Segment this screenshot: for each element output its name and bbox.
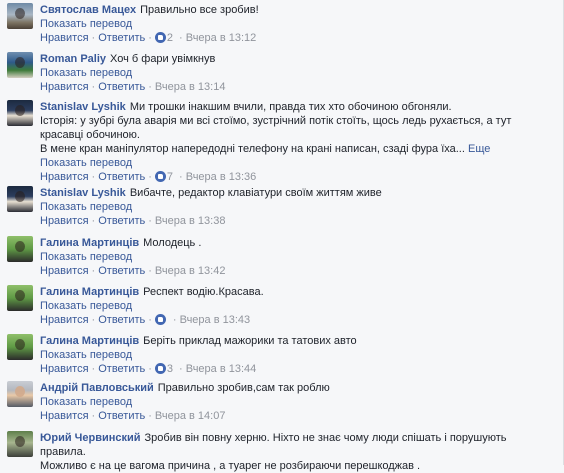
timestamp[interactable]: Вчера в 13:36 xyxy=(186,171,257,183)
comment-author[interactable]: Галина Мартинців xyxy=(40,237,139,249)
timestamp[interactable]: Вчера в 14:07 xyxy=(155,410,226,422)
comment-author[interactable]: Галина Мартинців xyxy=(40,335,139,347)
translate-link[interactable]: Показать перевод xyxy=(40,17,555,31)
reply-link[interactable]: Ответить xyxy=(98,265,145,277)
comment-author[interactable]: Roman Paliy xyxy=(40,53,106,65)
comment-actions: Нравится · Ответить · Вчера в 13:42 xyxy=(40,265,226,277)
comment-text: Ми трошки інакшим вчили, правда тих хто … xyxy=(129,101,452,113)
comment-text: Правильно все зробив! xyxy=(140,4,259,16)
like-link[interactable]: Нравится xyxy=(40,410,89,422)
comment-author[interactable]: Stanislav Lyshik xyxy=(40,101,126,113)
translate-link[interactable]: Показать перевод xyxy=(40,299,555,313)
comment-actions: Нравится · Ответить · 2 · Вчера в 13:12 xyxy=(40,32,257,44)
like-reaction-icon[interactable] xyxy=(154,314,166,325)
translate-link[interactable]: Показать перевод xyxy=(40,348,555,362)
translate-link[interactable]: Показать перевод xyxy=(40,156,555,170)
timestamp[interactable]: Вчера в 13:38 xyxy=(155,215,226,227)
avatar[interactable] xyxy=(7,100,33,126)
like-reaction-icon[interactable] xyxy=(154,171,166,182)
comment-text: В мене кран маніпулятор напередодні теле… xyxy=(40,143,465,155)
comment-author[interactable]: Андрій Павловський xyxy=(40,382,154,394)
comment-actions: Нравится · Ответить · Вчера в 13:14 xyxy=(40,81,226,93)
reply-link[interactable]: Ответить xyxy=(98,314,145,326)
reaction-count[interactable]: 7 xyxy=(167,171,173,183)
translate-link[interactable]: Показать перевод xyxy=(40,250,555,264)
comment-text: Можливо є на це вагома причина , а туаре… xyxy=(40,460,421,472)
comment-author[interactable]: Святослав Мацех xyxy=(40,4,136,16)
comment-text: Хоч б фари увімкнув xyxy=(110,53,216,65)
avatar[interactable] xyxy=(7,186,33,212)
comment-text: Вибачте, редактор клавіатури своїм життя… xyxy=(129,187,382,199)
avatar[interactable] xyxy=(7,236,33,262)
reply-link[interactable]: Ответить xyxy=(98,363,145,375)
translate-link[interactable]: Показать перевод xyxy=(40,395,555,409)
reply-link[interactable]: Ответить xyxy=(98,215,145,227)
timestamp[interactable]: Вчера в 13:42 xyxy=(155,265,226,277)
reaction-count[interactable]: 2 xyxy=(167,32,173,44)
comment-author[interactable]: Stanislav Lyshik xyxy=(40,187,126,199)
reply-link[interactable]: Ответить xyxy=(98,32,145,44)
reply-link[interactable]: Ответить xyxy=(98,410,145,422)
translate-link[interactable]: Показать перевод xyxy=(40,200,555,214)
avatar[interactable] xyxy=(7,431,33,457)
see-more-link[interactable]: Еще xyxy=(468,143,490,155)
timestamp[interactable]: Вчера в 13:14 xyxy=(155,81,226,93)
like-link[interactable]: Нравится xyxy=(40,265,89,277)
like-reaction-icon[interactable] xyxy=(154,32,166,43)
like-link[interactable]: Нравится xyxy=(40,314,89,326)
like-link[interactable]: Нравится xyxy=(40,81,89,93)
reply-link[interactable]: Ответить xyxy=(98,171,145,183)
timestamp[interactable]: Вчера в 13:44 xyxy=(186,363,257,375)
comment-author[interactable]: Юрий Червинский xyxy=(40,432,141,444)
like-reaction-icon[interactable] xyxy=(154,363,166,374)
comment-actions: Нравится · Ответить · 7 · Вчера в 13:36 xyxy=(40,171,257,183)
avatar[interactable] xyxy=(7,334,33,360)
like-link[interactable]: Нравится xyxy=(40,363,89,375)
avatar[interactable] xyxy=(7,285,33,311)
like-link[interactable]: Нравится xyxy=(40,32,89,44)
comment-text: Беріть приклад мажорики та татових авто xyxy=(143,335,357,347)
reply-link[interactable]: Ответить xyxy=(98,81,145,93)
comment-text: Молодець . xyxy=(143,237,202,249)
reaction-count[interactable]: 3 xyxy=(167,363,173,375)
comment-text: Респект водію.Красава. xyxy=(143,286,264,298)
comment-actions: Нравится · Ответить · Вчера в 13:38 xyxy=(40,215,226,227)
comment-actions: Нравится · Ответить · 3 · Вчера в 13:44 xyxy=(40,363,257,375)
like-link[interactable]: Нравится xyxy=(40,171,89,183)
avatar[interactable] xyxy=(7,3,33,29)
timestamp[interactable]: Вчера в 13:43 xyxy=(180,314,251,326)
like-link[interactable]: Нравится xyxy=(40,215,89,227)
comment-text: Правильно зробив,сам так роблю xyxy=(157,382,330,394)
comment-actions: Нравится · Ответить · Вчера в 14:07 xyxy=(40,410,226,422)
comment-text: Історія: у зубрі була аварія ми всі стої… xyxy=(40,115,512,141)
translate-link[interactable]: Показать перевод xyxy=(40,66,555,80)
avatar[interactable] xyxy=(7,381,33,407)
avatar[interactable] xyxy=(7,52,33,78)
comment-author[interactable]: Галина Мартинців xyxy=(40,286,139,298)
comment-actions: Нравится · Ответить · · Вчера в 13:43 xyxy=(40,314,251,326)
timestamp[interactable]: Вчера в 13:12 xyxy=(186,32,257,44)
